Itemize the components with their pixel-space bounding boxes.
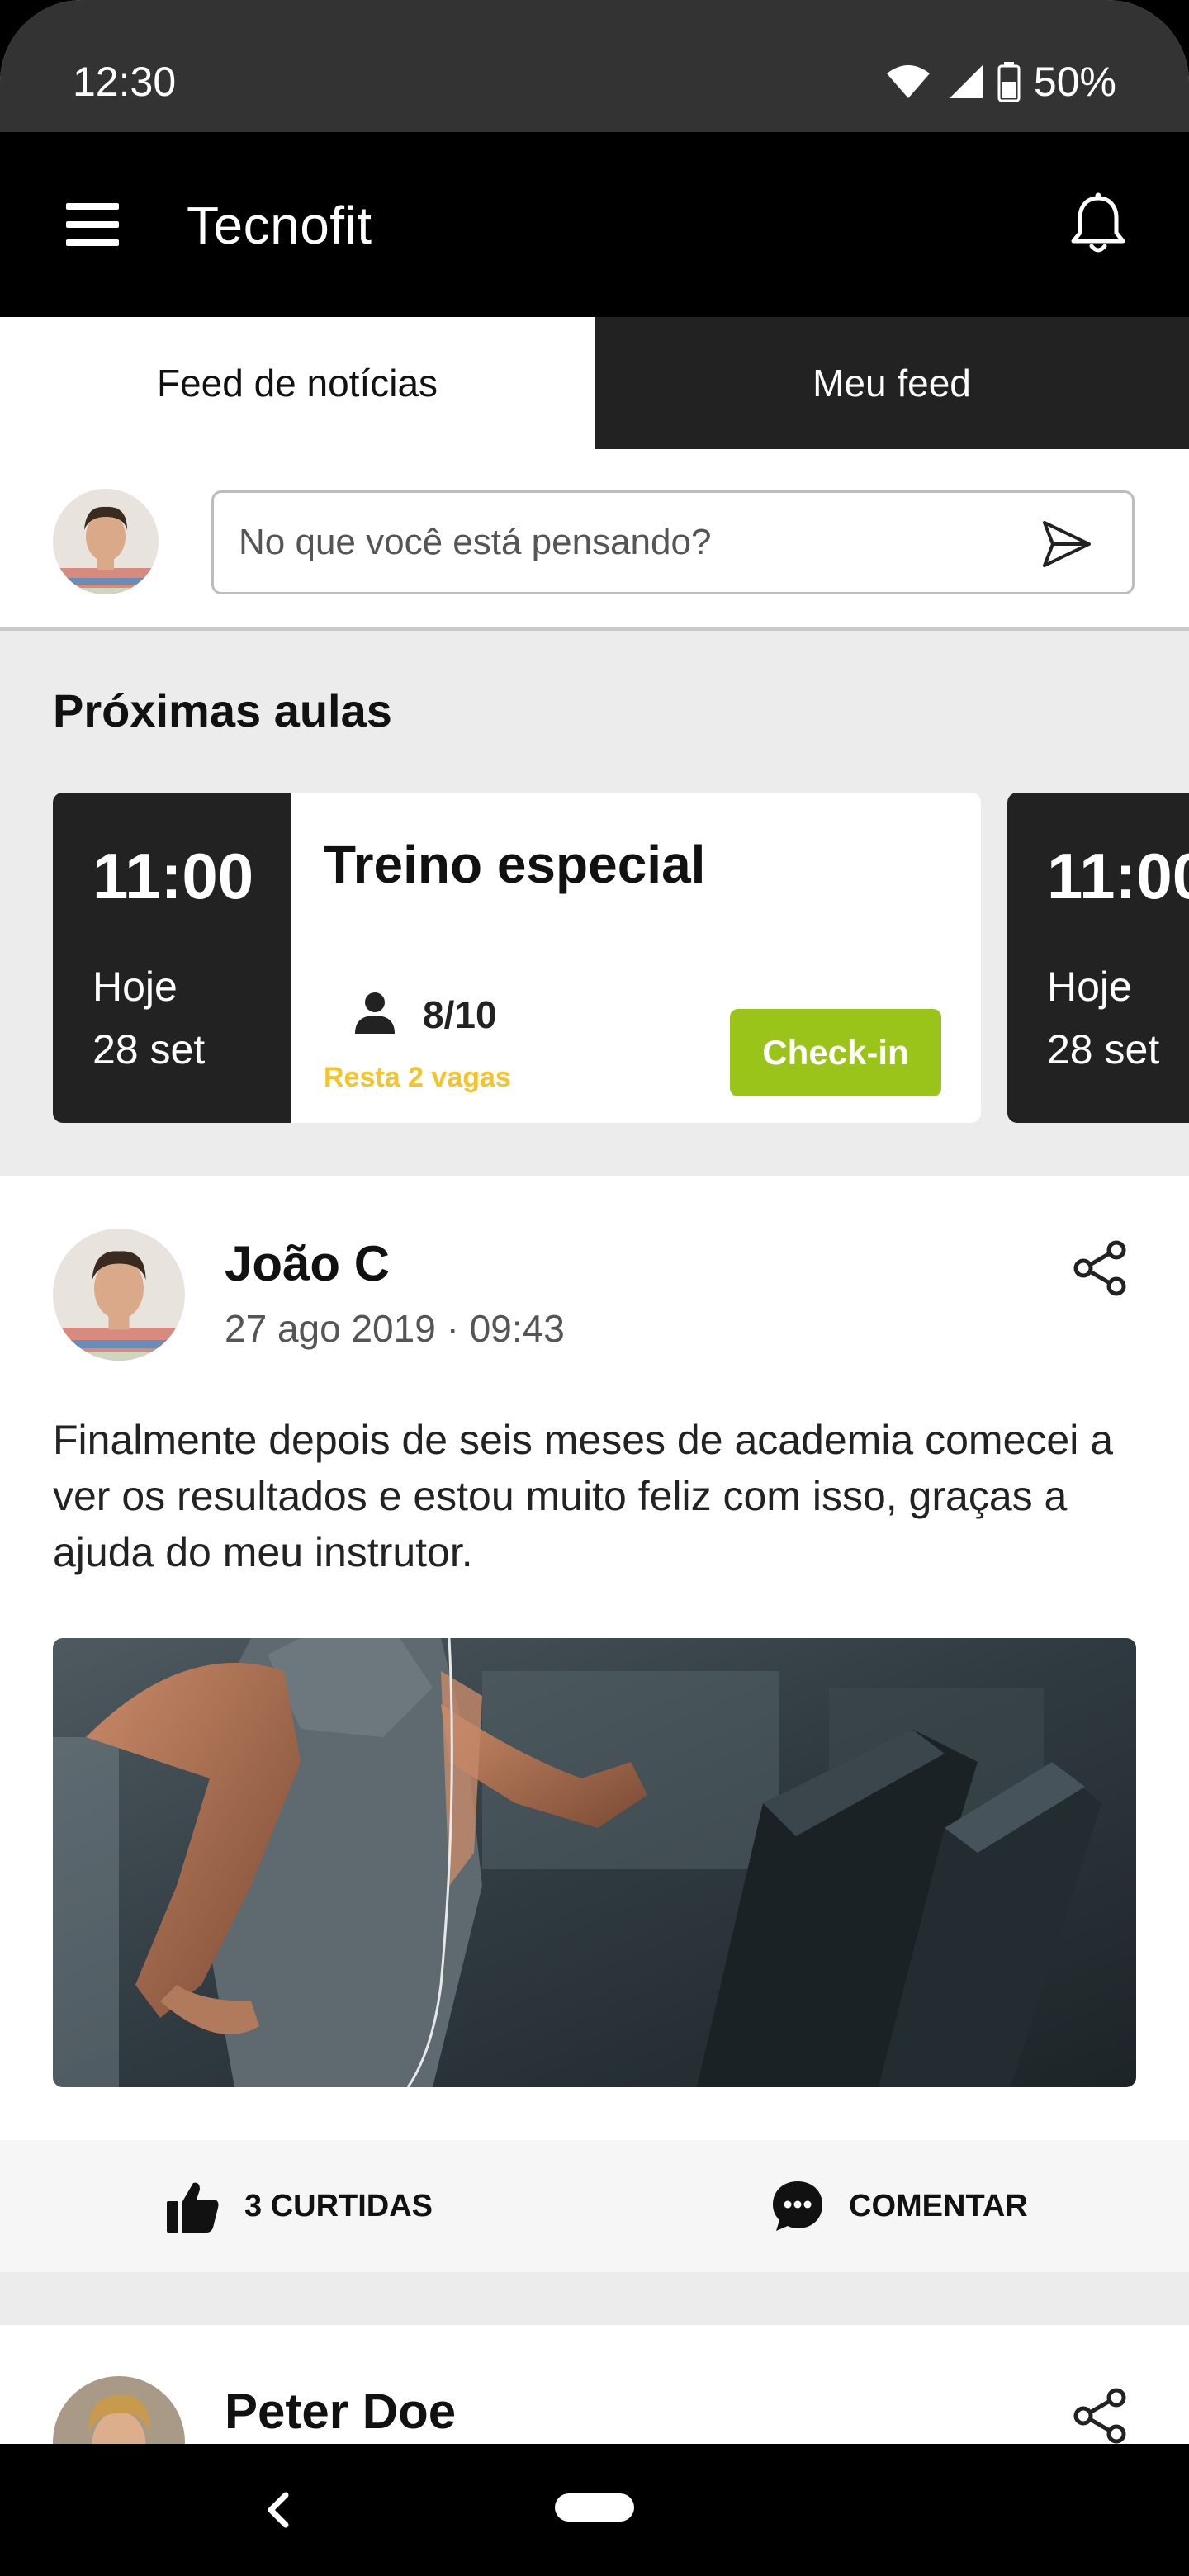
class-day: Hoje <box>1047 964 1132 1010</box>
section-title: Próximas aulas <box>53 684 392 736</box>
class-attendance: 8/10 <box>423 993 497 1036</box>
share-icon[interactable] <box>1070 2386 1130 2446</box>
share-icon[interactable] <box>1070 1238 1130 1298</box>
class-card[interactable]: 11:00 Hoje 28 set Treino especial 8/10 R… <box>53 793 981 1123</box>
class-time: 11:00 <box>92 840 254 912</box>
class-date: 28 set <box>92 1026 206 1073</box>
like-button[interactable]: 3 CURTIDAS <box>165 2140 433 2272</box>
post-date: 27 ago 2019 · 09:43 <box>225 1307 565 1350</box>
person-icon <box>355 992 395 1034</box>
battery-icon <box>997 62 1021 102</box>
check-in-button[interactable]: Check-in <box>730 1009 941 1096</box>
system-nav-bar <box>0 2444 1189 2576</box>
app-screen: 12:30 50% Tecnofit Feed de notícias Meu … <box>0 0 1189 2576</box>
comment-button[interactable]: COMENTAR <box>770 2140 1028 2272</box>
class-info: Treino especial 8/10 Resta 2 vagas Check… <box>291 793 981 1123</box>
post-image[interactable] <box>53 1638 1136 2087</box>
back-icon[interactable] <box>258 2487 297 2533</box>
feed-post: João C 27 ago 2019 · 09:43 Finalmente de… <box>0 1176 1189 2272</box>
status-icons: 50% <box>885 58 1116 106</box>
post-actions: 3 CURTIDAS COMENTAR <box>0 2140 1189 2272</box>
status-bar: 12:30 50% <box>0 0 1189 132</box>
comment-label: COMENTAR <box>849 2188 1028 2223</box>
post-author[interactable]: João C <box>225 1235 390 1292</box>
avatar <box>53 489 159 594</box>
post-author[interactable]: Peter Doe <box>225 2383 456 2440</box>
post-composer <box>0 449 1189 631</box>
app-bar: Tecnofit <box>0 132 1189 317</box>
post-text: Finalmente depois de seis meses de acade… <box>53 1417 1114 1575</box>
post-input-box <box>211 490 1135 594</box>
thumbs-up-icon <box>167 2182 219 2233</box>
send-icon[interactable] <box>1038 516 1094 572</box>
likes-count: 3 CURTIDAS <box>244 2188 433 2223</box>
class-date: 28 set <box>1047 1026 1160 1073</box>
class-time-block: 11:00 Hoje 28 set <box>53 793 291 1123</box>
tab-my-feed[interactable]: Meu feed <box>594 317 1189 449</box>
home-pill[interactable] <box>555 2493 634 2522</box>
upcoming-classes: Próximas aulas 11:00 Hoje 28 set Treino … <box>0 634 1189 1176</box>
comment-icon <box>773 2181 822 2231</box>
post-input[interactable] <box>214 493 990 592</box>
signal-icon <box>949 65 983 98</box>
feed-tabs: Feed de notícias Meu feed <box>0 317 1189 449</box>
class-card[interactable]: 11:00 Hoje 28 set <box>1007 793 1189 1123</box>
app-title: Tecnofit <box>187 196 372 255</box>
wifi-icon <box>886 65 930 98</box>
avatar[interactable] <box>53 1229 185 1361</box>
battery-percent: 50% <box>1033 59 1116 105</box>
spots-remaining: Resta 2 vagas <box>324 1062 511 1093</box>
class-name: Treino especial <box>324 835 706 894</box>
status-time: 12:30 <box>73 59 177 105</box>
menu-icon[interactable] <box>59 195 126 254</box>
class-day: Hoje <box>92 964 178 1010</box>
class-time: 11:00 <box>1047 840 1189 912</box>
tab-news-feed[interactable]: Feed de notícias <box>0 317 594 449</box>
class-time-block: 11:00 Hoje 28 set <box>1007 793 1189 1123</box>
bell-icon[interactable] <box>1067 192 1130 258</box>
